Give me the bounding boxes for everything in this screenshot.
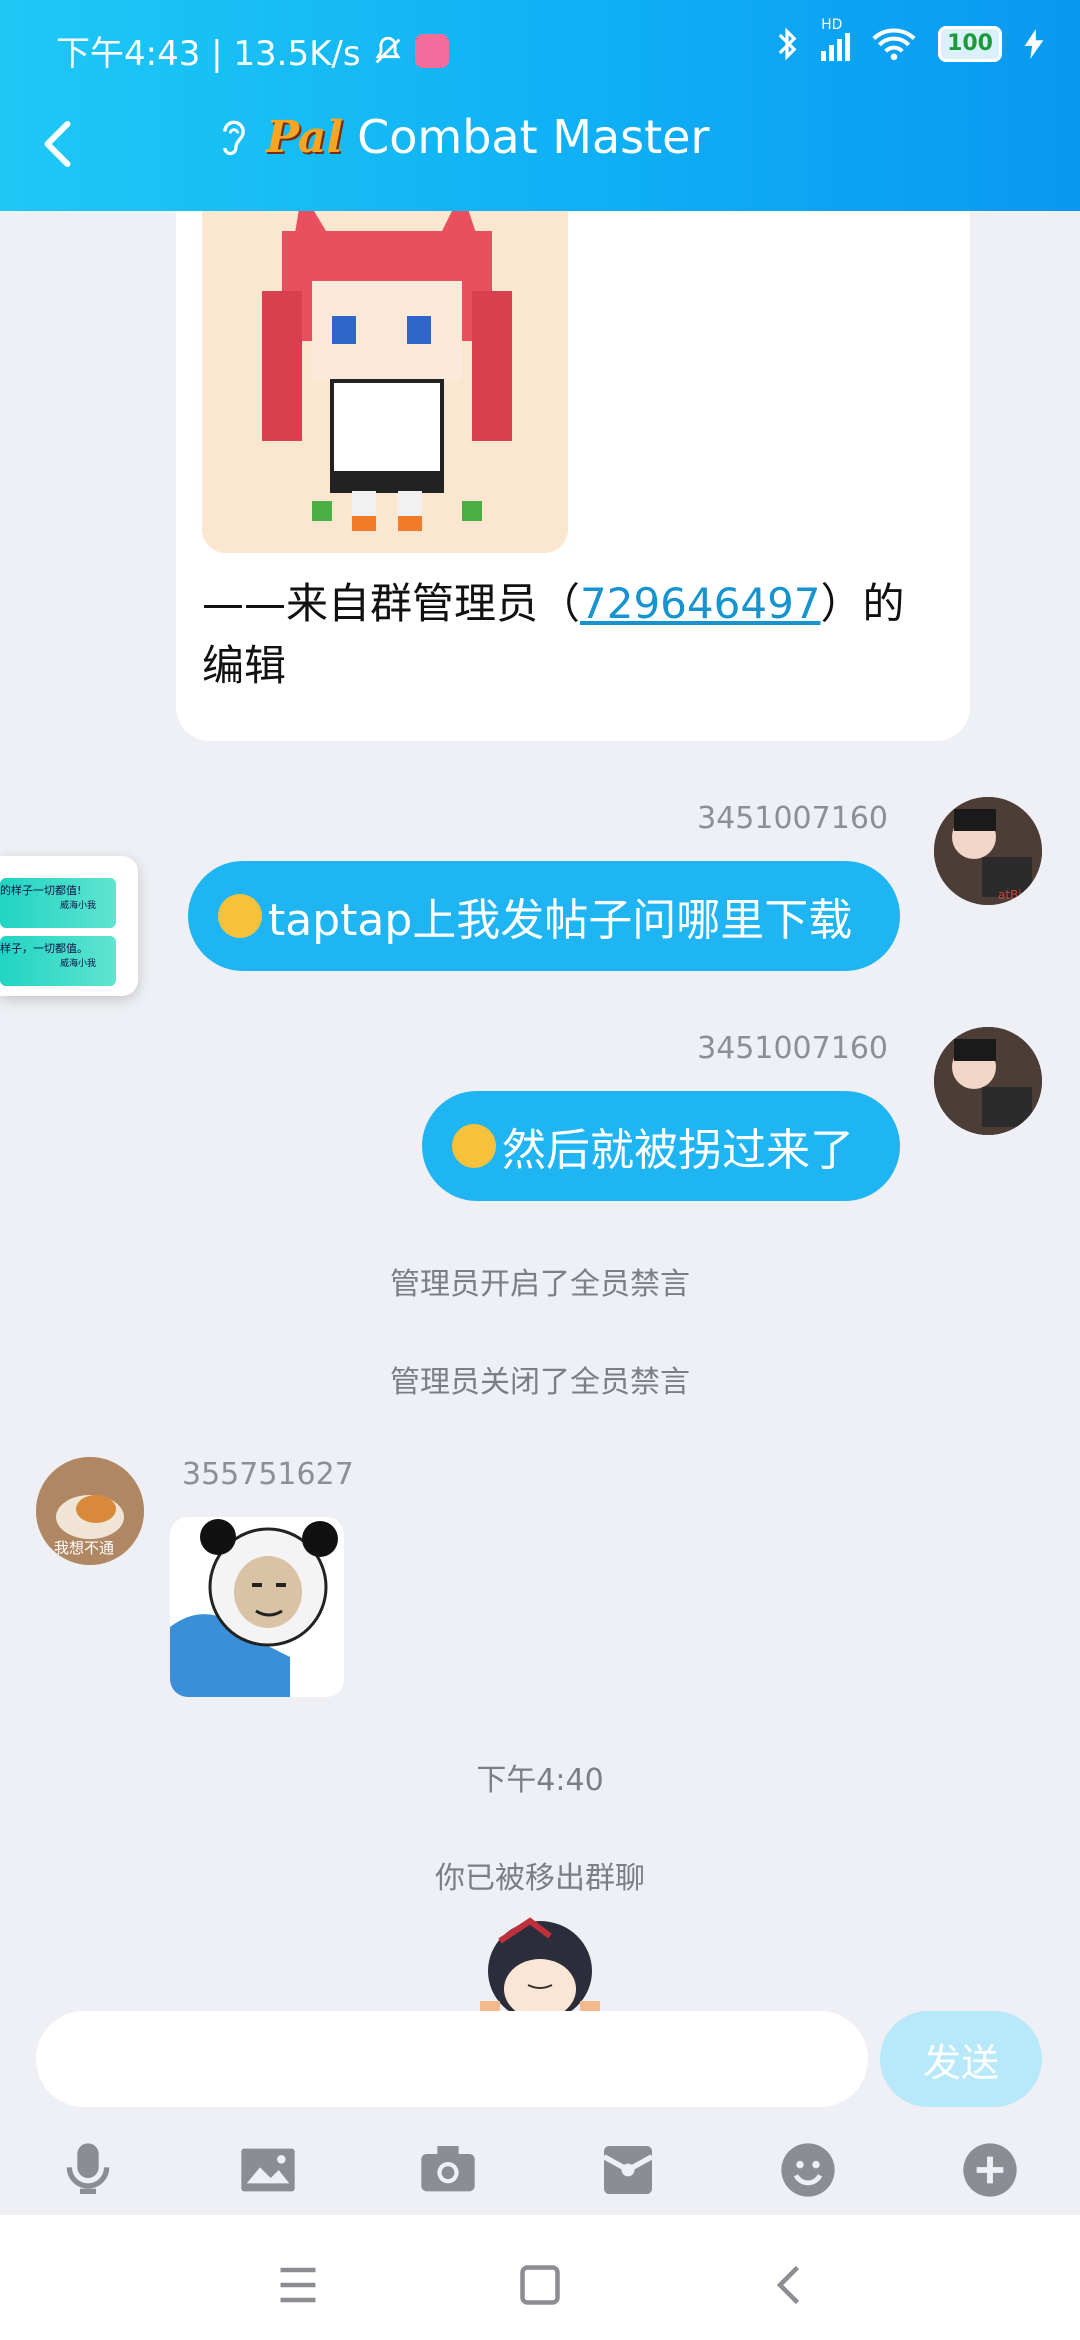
- send-button[interactable]: 发送: [880, 2011, 1042, 2107]
- signal-icon: HD: [821, 17, 851, 61]
- back-icon[interactable]: [760, 2255, 820, 2315]
- avatar[interactable]: [934, 1027, 1042, 1135]
- home-square-icon[interactable]: [510, 2255, 570, 2315]
- thinking-emoji-icon: [218, 894, 262, 938]
- anime-boy-sticker: [480, 1917, 600, 2011]
- red-packet-icon[interactable]: [596, 2138, 660, 2202]
- panda-meme-sticker: [170, 1517, 344, 1697]
- image-icon[interactable]: [236, 2138, 300, 2202]
- pixel-art-image[interactable]: [202, 211, 568, 553]
- catgirl-sprite: [202, 211, 568, 553]
- message-input[interactable]: [36, 2011, 868, 2107]
- thinking-emoji-icon: [452, 1124, 496, 1168]
- system-message: 管理员开启了全员禁言: [390, 1267, 690, 1302]
- charging-icon: [1024, 29, 1044, 59]
- svg-text:我想不通: 我想不通: [54, 1539, 114, 1557]
- page-title: Combat Master: [357, 110, 710, 164]
- ear-icon[interactable]: [216, 115, 252, 159]
- plus-icon[interactable]: [958, 2138, 1022, 2202]
- float-item[interactable]: 的样子一切都值! 威海小我: [0, 878, 116, 928]
- microphone-icon[interactable]: [56, 2138, 120, 2202]
- composer-toolbar: [0, 2120, 1080, 2220]
- battery-indicator: 100: [938, 26, 1002, 62]
- announcement-card[interactable]: ——来自群管理员（729646497）的编辑: [176, 211, 970, 741]
- admin-id-link[interactable]: 729646497: [580, 579, 821, 628]
- avatar-image: atBird: [934, 797, 1042, 905]
- sender-id: 355751627: [182, 1457, 354, 1492]
- chat-bubble[interactable]: taptap上我发帖子问哪里下载: [188, 861, 900, 971]
- sticker-image[interactable]: [170, 1517, 344, 1697]
- composer: 发送: [0, 2011, 1080, 2111]
- bilibili-icon: [414, 33, 449, 68]
- avatar-image: [934, 1027, 1042, 1135]
- sender-id: 3451007160: [697, 1031, 888, 1066]
- sender-id: 3451007160: [697, 801, 888, 836]
- camera-icon[interactable]: [416, 2138, 480, 2202]
- emoji-icon[interactable]: [776, 2138, 840, 2202]
- avatar[interactable]: atBird: [934, 797, 1042, 905]
- chat-bubble[interactable]: 然后就被拐过来了: [422, 1091, 900, 1201]
- status-time: 下午4:43 | 13.5K/s: [56, 34, 361, 74]
- floating-recommend-panel[interactable]: 的样子一切都值! 威海小我 样子，一切都值。 威海小我: [0, 856, 138, 996]
- group-logo: Pal: [266, 111, 344, 163]
- chat-area[interactable]: ——来自群管理员（729646497）的编辑 的样子一切都值! 威海小我 样子，…: [0, 211, 1080, 2011]
- app-bar: Pal Combat Master: [0, 100, 1080, 190]
- system-message: 管理员关闭了全员禁言: [390, 1365, 690, 1400]
- status-bar: 下午4:43 | 13.5K/s HD 100: [0, 17, 1080, 78]
- header: 下午4:43 | 13.5K/s HD 100 Pal Combat Maste…: [0, 0, 1080, 211]
- timestamp: 下午4:40: [476, 1763, 604, 1798]
- bluetooth-icon: [778, 27, 797, 61]
- float-item[interactable]: 样子，一切都值。 威海小我: [0, 936, 116, 986]
- system-nav-bar: [0, 2215, 1080, 2340]
- system-message: 你已被移出群聊: [435, 1861, 645, 1896]
- menu-icon[interactable]: [268, 2255, 328, 2315]
- avatar-image: 我想不通: [36, 1457, 144, 1565]
- peek-sticker: [470, 1901, 610, 2011]
- mute-bell-icon: [375, 36, 401, 63]
- avatar[interactable]: 我想不通: [36, 1457, 144, 1565]
- svg-text:atBird: atBird: [998, 888, 1034, 902]
- back-arrow-icon[interactable]: [30, 114, 90, 174]
- announcement-text: ——来自群管理员（729646497）的编辑: [202, 579, 905, 690]
- wifi-icon: [872, 28, 916, 61]
